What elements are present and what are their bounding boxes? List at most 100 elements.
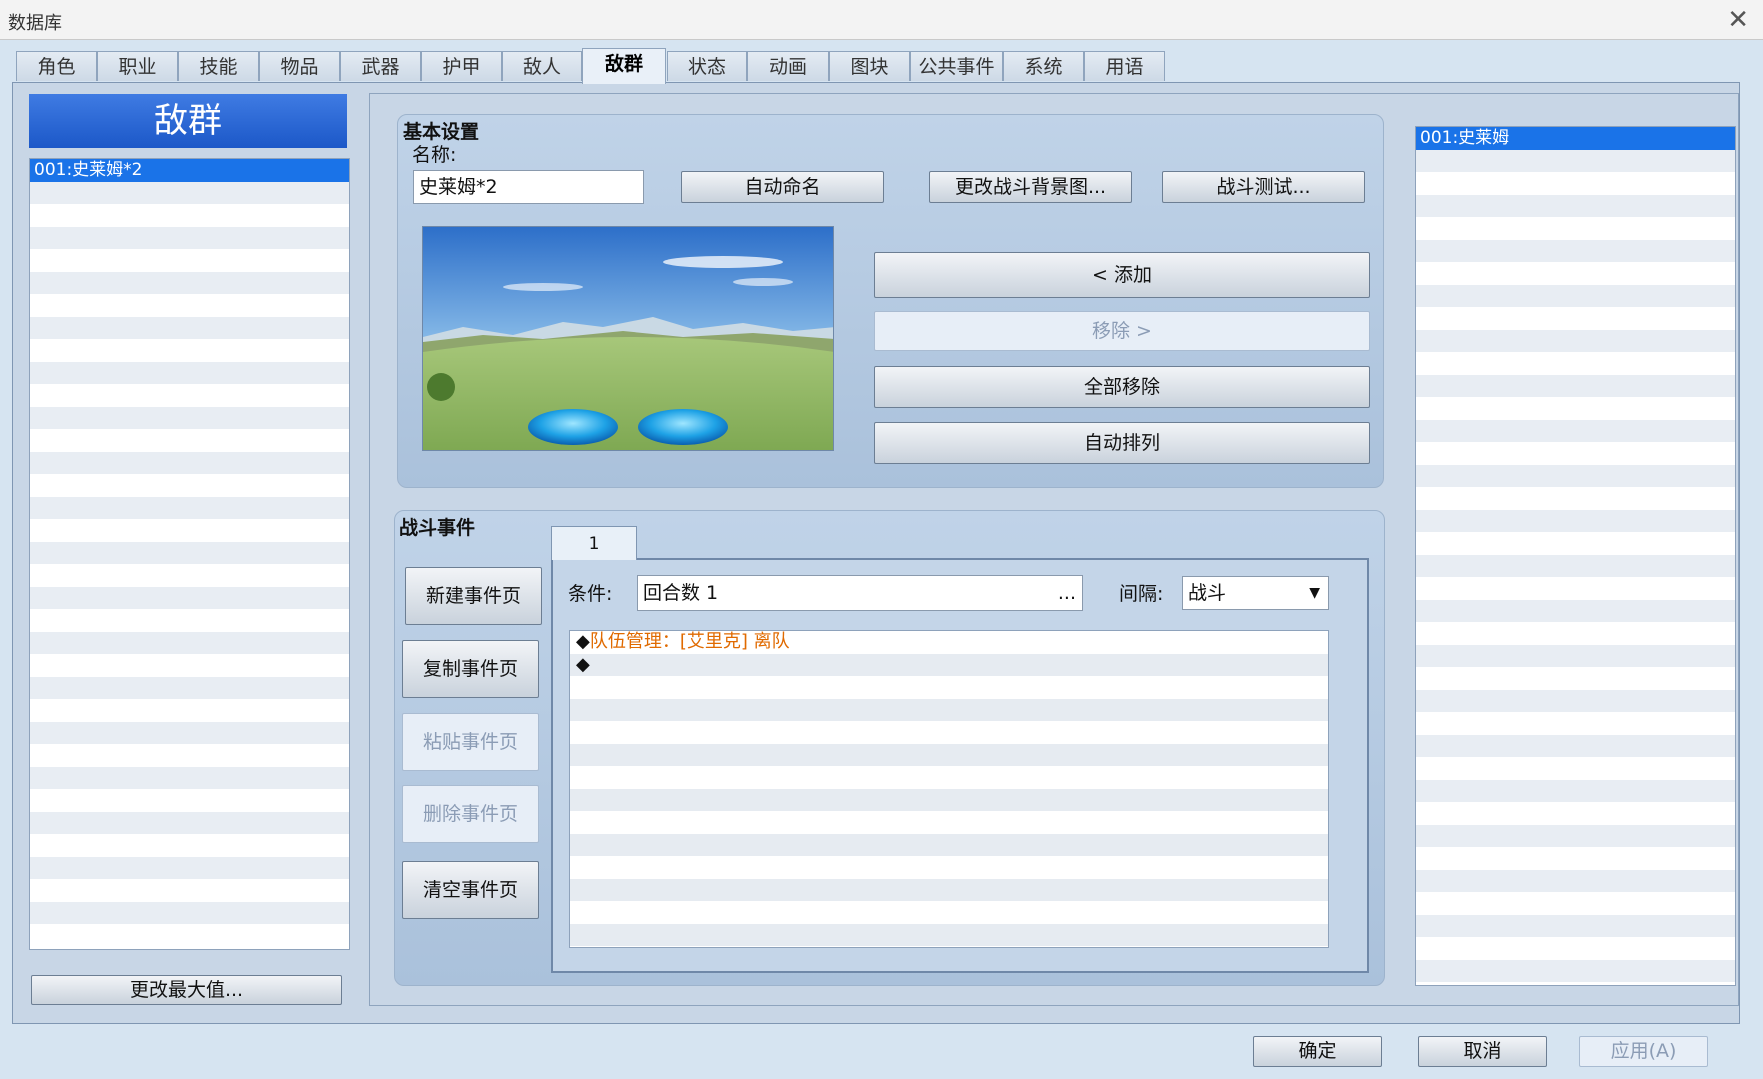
tab-4[interactable]: 武器: [340, 51, 421, 81]
tab-1[interactable]: 职业: [97, 51, 178, 81]
command-row[interactable]: ◆: [570, 653, 1328, 676]
list-item[interactable]: [30, 339, 349, 362]
list-item[interactable]: [30, 811, 349, 834]
list-item[interactable]: [30, 924, 349, 947]
command-row[interactable]: [570, 766, 1328, 789]
list-item[interactable]: [1416, 262, 1735, 285]
list-item[interactable]: [1416, 464, 1735, 487]
remove-all-button[interactable]: 全部移除: [874, 366, 1370, 408]
list-item[interactable]: [1416, 622, 1735, 645]
tab-13[interactable]: 用语: [1084, 51, 1165, 81]
list-item[interactable]: [30, 249, 349, 272]
list-item[interactable]: [1416, 644, 1735, 667]
event-page-tab[interactable]: 1: [551, 526, 637, 560]
ok-button[interactable]: 确定: [1253, 1036, 1382, 1067]
list-item[interactable]: [30, 294, 349, 317]
list-item[interactable]: [30, 181, 349, 204]
tab-9[interactable]: 动画: [747, 51, 829, 81]
tab-6[interactable]: 敌人: [502, 51, 582, 81]
tab-3[interactable]: 物品: [259, 51, 340, 81]
command-row[interactable]: [570, 721, 1328, 744]
command-row[interactable]: [570, 788, 1328, 811]
list-item[interactable]: [1416, 892, 1735, 915]
list-item[interactable]: [1416, 937, 1735, 960]
list-item[interactable]: [30, 789, 349, 812]
list-item[interactable]: [30, 451, 349, 474]
member-list[interactable]: 001:史莱姆: [1415, 126, 1736, 986]
list-item[interactable]: [30, 541, 349, 564]
change-max-button[interactable]: 更改最大值...: [31, 975, 342, 1005]
clear-event-page-button[interactable]: 清空事件页: [402, 861, 539, 919]
list-item[interactable]: [1416, 172, 1735, 195]
tab-5[interactable]: 护甲: [421, 51, 502, 81]
cancel-button[interactable]: 取消: [1418, 1036, 1547, 1067]
tab-12[interactable]: 系统: [1003, 51, 1084, 81]
command-row[interactable]: [570, 676, 1328, 699]
list-item[interactable]: [1416, 397, 1735, 420]
list-item[interactable]: [1416, 239, 1735, 262]
list-item[interactable]: [1416, 149, 1735, 172]
tab-10[interactable]: 图块: [829, 51, 910, 81]
apply-button[interactable]: 应用(A): [1579, 1036, 1708, 1067]
paste-event-page-button[interactable]: 粘贴事件页: [402, 713, 539, 771]
list-item[interactable]: [1416, 284, 1735, 307]
command-row[interactable]: [570, 698, 1328, 721]
battle-test-button[interactable]: 战斗测试...: [1162, 171, 1365, 203]
change-battleback-button[interactable]: 更改战斗背景图...: [929, 171, 1132, 203]
list-item[interactable]: [30, 406, 349, 429]
list-item[interactable]: [1416, 329, 1735, 352]
name-input[interactable]: 史莱姆*2: [413, 170, 644, 204]
condition-field[interactable]: 回合数 1 ...: [637, 575, 1083, 611]
list-item[interactable]: [1416, 374, 1735, 397]
list-item[interactable]: [1416, 779, 1735, 802]
list-item[interactable]: [30, 721, 349, 744]
list-item[interactable]: [30, 766, 349, 789]
list-item[interactable]: [1416, 667, 1735, 690]
troop-list[interactable]: 001:史莱姆*2: [29, 158, 350, 950]
list-item[interactable]: [1416, 847, 1735, 870]
event-command-list[interactable]: ◆队伍管理：[艾里克] 离队 ◆: [569, 630, 1329, 948]
list-item[interactable]: [30, 676, 349, 699]
list-item[interactable]: [1416, 554, 1735, 577]
tab-0[interactable]: 角色: [16, 51, 97, 81]
list-item[interactable]: [30, 384, 349, 407]
tab-7[interactable]: 敌群: [582, 48, 666, 84]
list-item[interactable]: [30, 429, 349, 452]
delete-event-page-button[interactable]: 删除事件页: [402, 785, 539, 843]
list-item[interactable]: [30, 609, 349, 632]
command-row[interactable]: [570, 743, 1328, 766]
auto-name-button[interactable]: 自动命名: [681, 171, 884, 203]
command-row[interactable]: [570, 811, 1328, 834]
list-item[interactable]: [1416, 487, 1735, 510]
list-item[interactable]: [30, 631, 349, 654]
list-item[interactable]: [30, 901, 349, 924]
add-enemy-button[interactable]: < 添加: [874, 252, 1370, 298]
list-item[interactable]: [1416, 217, 1735, 240]
command-row[interactable]: [570, 856, 1328, 879]
list-item[interactable]: [30, 519, 349, 542]
list-item[interactable]: [1416, 802, 1735, 825]
close-icon[interactable]: ✕: [1727, 6, 1749, 34]
list-item[interactable]: [1416, 442, 1735, 465]
tab-8[interactable]: 状态: [667, 51, 747, 81]
list-item[interactable]: [1416, 757, 1735, 780]
list-item[interactable]: [30, 271, 349, 294]
list-item[interactable]: [1416, 824, 1735, 847]
list-item[interactable]: [1416, 869, 1735, 892]
command-row[interactable]: [570, 833, 1328, 856]
tab-11[interactable]: 公共事件: [910, 51, 1003, 81]
list-item[interactable]: [1416, 577, 1735, 600]
condition-more-button[interactable]: ...: [1058, 576, 1076, 610]
list-item[interactable]: [30, 226, 349, 249]
list-item[interactable]: [30, 564, 349, 587]
list-item[interactable]: [30, 316, 349, 339]
auto-arrange-button[interactable]: 自动排列: [874, 422, 1370, 464]
new-event-page-button[interactable]: 新建事件页: [405, 567, 542, 625]
list-item[interactable]: [1416, 734, 1735, 757]
span-select[interactable]: 战斗 ▼: [1182, 576, 1329, 610]
list-item[interactable]: [30, 654, 349, 677]
list-item[interactable]: [1416, 689, 1735, 712]
list-item[interactable]: [30, 586, 349, 609]
command-row[interactable]: ◆队伍管理：[艾里克] 离队: [570, 631, 1328, 654]
command-row[interactable]: [570, 901, 1328, 924]
